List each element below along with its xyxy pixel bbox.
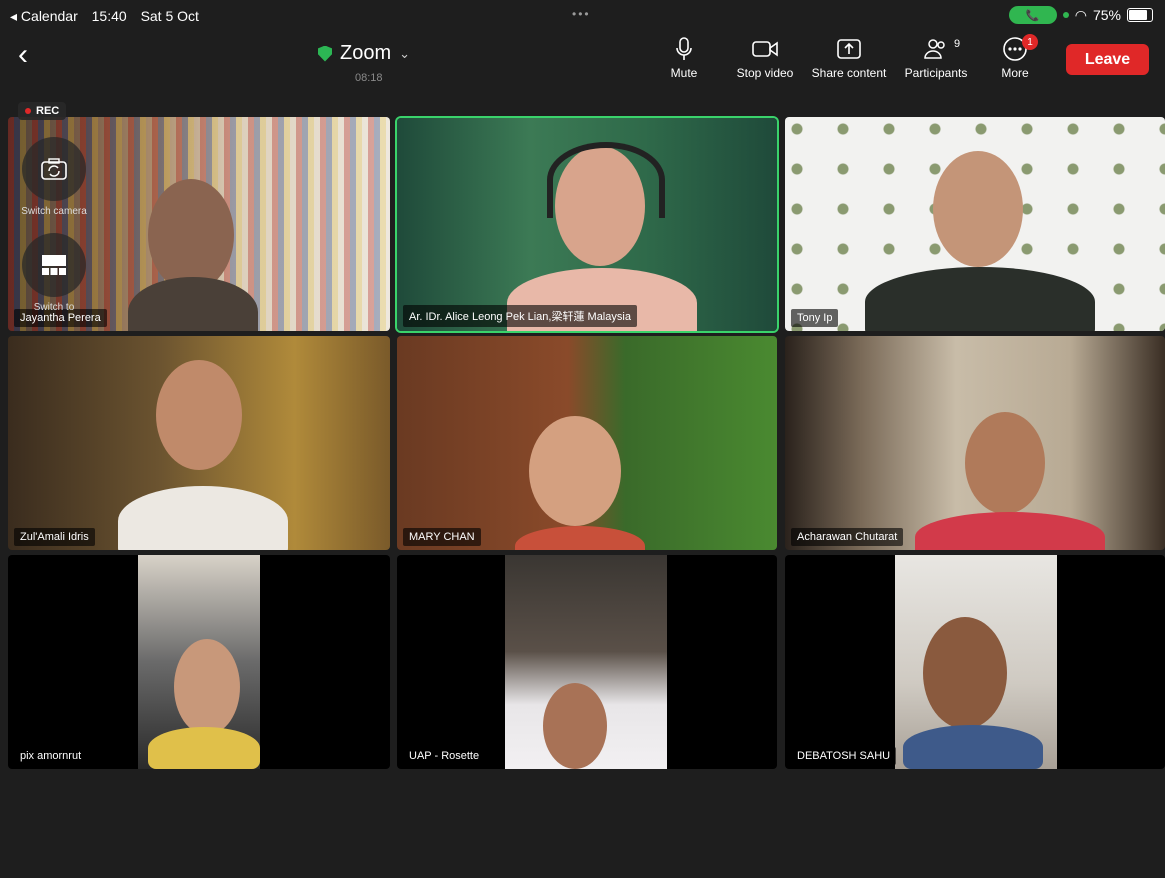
switch-camera-label: Switch camera bbox=[21, 206, 87, 217]
camera-indicator-icon bbox=[1062, 12, 1069, 18]
participant-name-tag: MARY CHAN bbox=[403, 528, 481, 546]
battery-icon bbox=[1127, 8, 1153, 22]
status-bar: ◂ Calendar 15:40 Sat 5 Oct ••• 📞 ◠ 75% bbox=[0, 0, 1165, 30]
switch-camera-button[interactable] bbox=[22, 137, 86, 201]
more-icon: 1 bbox=[996, 34, 1038, 62]
back-chevron-icon[interactable]: ‹ bbox=[18, 38, 28, 72]
participant-head bbox=[148, 179, 234, 291]
participant-name-tag: Ar. IDr. Alice Leong Pek Lian,梁轩蓮 Malays… bbox=[403, 305, 637, 327]
status-right: 📞 ◠ 75% bbox=[1008, 6, 1153, 24]
participant-head bbox=[923, 617, 1007, 729]
video-tile-zulamali[interactable]: Zul'Amali Idris bbox=[8, 336, 390, 550]
participant-head bbox=[543, 683, 607, 769]
switch-layout-label: Switch to bbox=[33, 302, 75, 313]
headphones-icon bbox=[547, 142, 665, 218]
participant-head bbox=[174, 639, 240, 735]
more-button[interactable]: 1 More bbox=[996, 34, 1038, 80]
battery-percent: 75% bbox=[1092, 7, 1121, 23]
switch-camera-icon bbox=[41, 158, 67, 180]
participant-body bbox=[148, 727, 260, 769]
video-tile-mary[interactable]: MARY CHAN bbox=[397, 336, 777, 550]
video-tile-pix[interactable]: pix amornrut bbox=[8, 555, 390, 769]
share-content-label: Share content bbox=[811, 66, 887, 80]
participant-head bbox=[933, 151, 1023, 267]
meeting-title[interactable]: Zoom ⌄ bbox=[318, 42, 410, 65]
participant-body bbox=[118, 486, 288, 550]
video-camera-icon bbox=[730, 36, 800, 62]
participant-body bbox=[865, 267, 1095, 331]
stop-video-button[interactable]: Stop video bbox=[730, 36, 800, 80]
chevron-down-icon: ⌄ bbox=[399, 45, 411, 61]
video-tile-alice-active-speaker[interactable]: Ar. IDr. Alice Leong Pek Lian,梁轩蓮 Malays… bbox=[397, 118, 777, 331]
shield-icon bbox=[318, 45, 332, 62]
participant-name-tag: pix amornrut bbox=[14, 747, 88, 765]
participants-icon bbox=[898, 36, 974, 62]
participant-head bbox=[156, 360, 242, 470]
participant-body bbox=[903, 725, 1043, 769]
video-tile-rosette[interactable]: UAP - Rosette bbox=[397, 555, 777, 769]
participants-count: 9 bbox=[954, 38, 961, 50]
microphone-icon bbox=[664, 36, 704, 62]
participant-name-tag: Zul'Amali Idris bbox=[14, 528, 95, 546]
wifi-icon: ◠ bbox=[1074, 6, 1087, 23]
mute-label: Mute bbox=[670, 66, 698, 80]
participant-name-tag: UAP - Rosette bbox=[403, 747, 486, 765]
participant-body bbox=[915, 512, 1105, 550]
mute-button[interactable]: Mute bbox=[664, 36, 704, 80]
video-tile-acharawan[interactable]: Acharawan Chutarat bbox=[785, 336, 1165, 550]
active-call-icon[interactable]: 📞 bbox=[1008, 6, 1057, 24]
video-tile-debatosh[interactable]: DEBATOSH SAHU bbox=[785, 555, 1165, 769]
share-content-button[interactable]: Share content bbox=[806, 36, 892, 80]
participants-button[interactable]: 9 Participants bbox=[898, 36, 974, 80]
switch-layout-button[interactable] bbox=[22, 233, 86, 297]
video-tile-tony[interactable]: Tony Ip bbox=[785, 117, 1165, 331]
participants-label: Participants bbox=[904, 66, 968, 80]
participant-head bbox=[965, 412, 1045, 514]
meeting-timer: 08:18 bbox=[355, 72, 383, 84]
leave-button[interactable]: Leave bbox=[1066, 44, 1149, 75]
recording-dot-icon bbox=[25, 108, 31, 114]
participant-body bbox=[515, 526, 645, 550]
status-time: 15:40 bbox=[91, 8, 127, 24]
recording-label: REC bbox=[36, 105, 60, 117]
status-date: Sat 5 Oct bbox=[140, 8, 199, 24]
multitask-dots-icon[interactable]: ••• bbox=[572, 7, 591, 21]
back-to-app-link[interactable]: ◂ Calendar bbox=[10, 8, 78, 24]
notification-badge: 1 bbox=[1022, 34, 1038, 50]
participant-name-tag: DEBATOSH SAHU bbox=[791, 747, 897, 765]
meeting-title-label: Zoom bbox=[340, 42, 392, 64]
participant-name-tag: Tony Ip bbox=[791, 309, 839, 327]
recording-indicator: REC bbox=[18, 102, 67, 120]
share-screen-icon bbox=[806, 36, 892, 62]
meeting-toolbar: ‹ Zoom ⌄ 08:18 Mute Stop video Share con… bbox=[0, 30, 1165, 92]
participant-head bbox=[529, 416, 621, 526]
status-left: ◂ Calendar 15:40 Sat 5 Oct bbox=[10, 8, 209, 25]
gallery-layout-icon bbox=[42, 255, 66, 275]
participant-name-tag: Acharawan Chutarat bbox=[791, 528, 904, 546]
stop-video-label: Stop video bbox=[736, 66, 794, 80]
more-label: More bbox=[1001, 66, 1029, 80]
